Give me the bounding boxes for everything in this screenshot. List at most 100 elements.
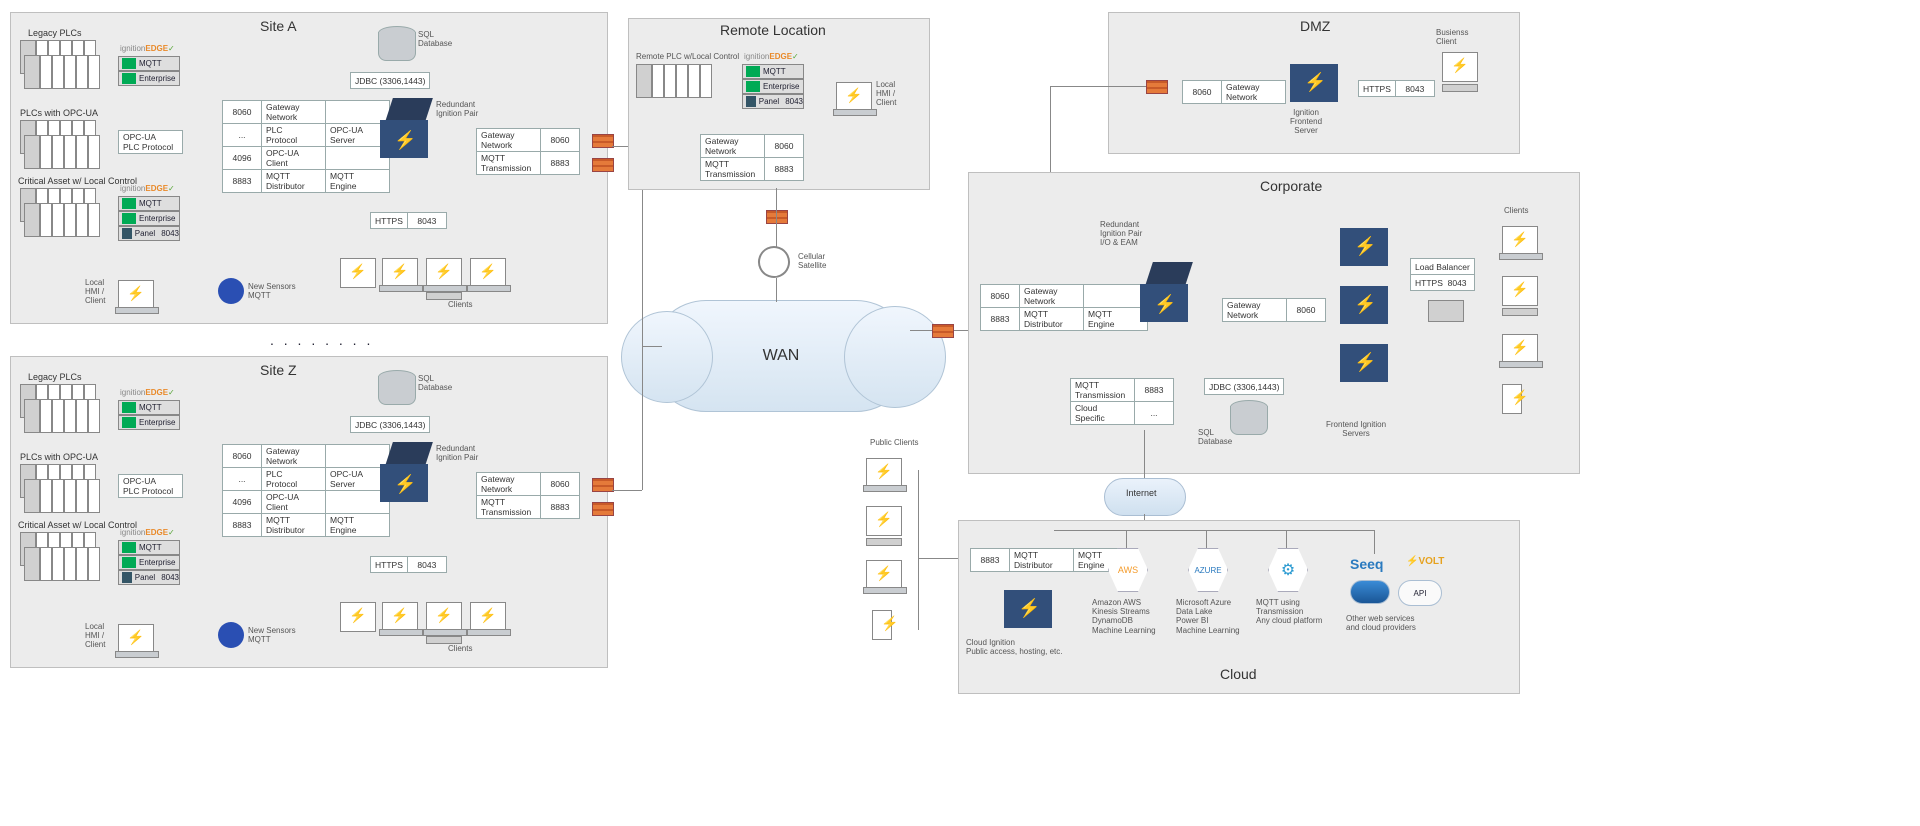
connector [1374,530,1375,554]
corp-redundant-label: Redundant Ignition Pair I/O & EAM [1100,220,1142,248]
edge-box: MQTT Enterprise Panel8043 [118,540,180,585]
client-icon [1502,226,1538,256]
client-icon [470,258,506,288]
edge-box: MQTT Enterprise [118,56,180,86]
legacy-plcs-label: Legacy PLCs [28,28,82,38]
connector [642,346,643,490]
site-a-title: Site A [260,18,297,34]
ignition-edge-logo: ignitionEDGE✓ [744,52,799,61]
server-icon: ⚡ [1290,64,1338,102]
server-icon: ⚡ [380,442,428,502]
client-icon [872,610,892,640]
aws-label: Amazon AWS Kinesis Streams DynamoDB Mach… [1092,598,1156,635]
remote-plc-label: Remote PLC w/Local Control [636,52,739,61]
load-balancer-icon [1428,300,1464,322]
azure-label: Microsoft Azure Data Lake Power BI Machi… [1176,598,1240,635]
https-box: HTTPS8043 [370,556,447,573]
sensor-icon [218,278,244,304]
client-icon [1502,334,1538,364]
site-right-table: Gateway Network8060 MQTT Transmission888… [476,128,580,175]
client-icon [866,458,902,488]
jdbc-box: JDBC (3306,1443) [350,416,430,433]
volt-logo: ⚡VOLT [1406,556,1444,568]
corporate-title: Corporate [1260,178,1322,194]
plc-icon [24,479,100,513]
plc-icon [24,399,100,433]
client-icon [118,624,154,654]
client-icon [1502,384,1522,414]
server-icon: ⚡ [1340,344,1388,382]
legacy-plcs-label: Legacy PLCs [28,372,82,382]
firewall-icon [766,210,788,224]
db-label: SQL Database [418,374,452,392]
connector [612,490,642,491]
ignition-edge-logo: ignitionEDGE✓ [120,528,175,537]
client-icon [1502,276,1538,306]
db-icon [378,26,414,66]
remote-hmi-label: Local HMI / Client [876,80,896,108]
corp-bottom-table: MQTT Transmission8883 Cloud Specific... [1070,378,1174,425]
client-icon [118,280,154,310]
client-icon [340,258,376,288]
edge-box: MQTT Enterprise [118,400,180,430]
local-hmi-label: Local HMI / Client [85,278,105,306]
site-z-title: Site Z [260,362,297,378]
cloud-server-label: Cloud Ignition Public access, hosting, e… [966,638,1063,656]
ignition-edge-logo: ignitionEDGE✓ [120,44,175,53]
keyboard-icon [426,636,462,644]
sensor-icon [218,622,244,648]
client-icon [382,602,418,632]
public-clients-label: Public Clients [870,438,918,447]
plc-icon [24,135,100,169]
client-icon [340,602,376,632]
connector [1144,430,1145,478]
cellular-label: Cellular Satellite [798,252,826,270]
connector [1206,530,1207,548]
server-icon: ⚡ [1340,228,1388,266]
clients-label: Clients [448,300,472,309]
ellipsis: . . . . . . . . [270,332,373,348]
firewall-icon [932,324,954,338]
client-icon [426,602,462,632]
cloud-mqtt-label: MQTT using Transmission Any cloud platfo… [1256,598,1322,626]
dmz-title: DMZ [1300,18,1330,34]
corp-left-table: 8060Gateway Network 8883MQTT Distributor… [980,284,1148,331]
db-icon [378,370,414,410]
keyboard-icon [426,292,462,300]
plc-icon [24,55,100,89]
firewall-icon [592,478,614,492]
redundant-label: Redundant Ignition Pair [436,444,478,462]
client-icon [866,506,902,536]
corp-clients-label: Clients [1504,206,1528,215]
connector [1126,530,1127,548]
server-icon: ⚡ [1004,590,1052,628]
seeq-logo: Seeq [1350,556,1383,572]
client-icon [426,258,462,288]
load-balancer-box: Load BalancerHTTPS 8043 [1410,258,1475,291]
keyboard-icon [1442,84,1478,92]
local-hmi-label: Local HMI / Client [85,622,105,650]
keyboard-icon [866,538,902,546]
plc-icon [24,203,100,237]
connector [776,188,777,248]
keyboard-icon [1502,308,1538,316]
server-icon: ⚡ [1340,286,1388,324]
connector [918,470,919,630]
db-icon [1230,400,1266,440]
site-right-table: Gateway Network8060 MQTT Transmission888… [476,472,580,519]
cloud-small-icon [1350,580,1390,604]
redundant-label: Redundant Ignition Pair [436,100,478,118]
remote-table: Gateway Network8060 MQTT Transmission888… [700,134,804,181]
edge-box: MQTT Enterprise Panel8043 [742,64,804,109]
site-left-table: 8060Gateway Network ...PLC ProtocolOPC-U… [222,444,390,537]
plc-icon [24,547,100,581]
sensor-label: New Sensors MQTT [248,282,296,300]
clients-label: Clients [448,644,472,653]
api-cloud-icon: API [1398,580,1442,606]
dmz-https-table: HTTPS8043 [1358,80,1435,97]
internet-label: Internet [1126,488,1157,498]
wan-cloud: WAN [650,300,912,412]
frontend-servers-label: Frontend Ignition Servers [1326,420,1386,438]
business-client-label: Busienss Client [1436,28,1468,46]
https-box: HTTPS8043 [370,212,447,229]
